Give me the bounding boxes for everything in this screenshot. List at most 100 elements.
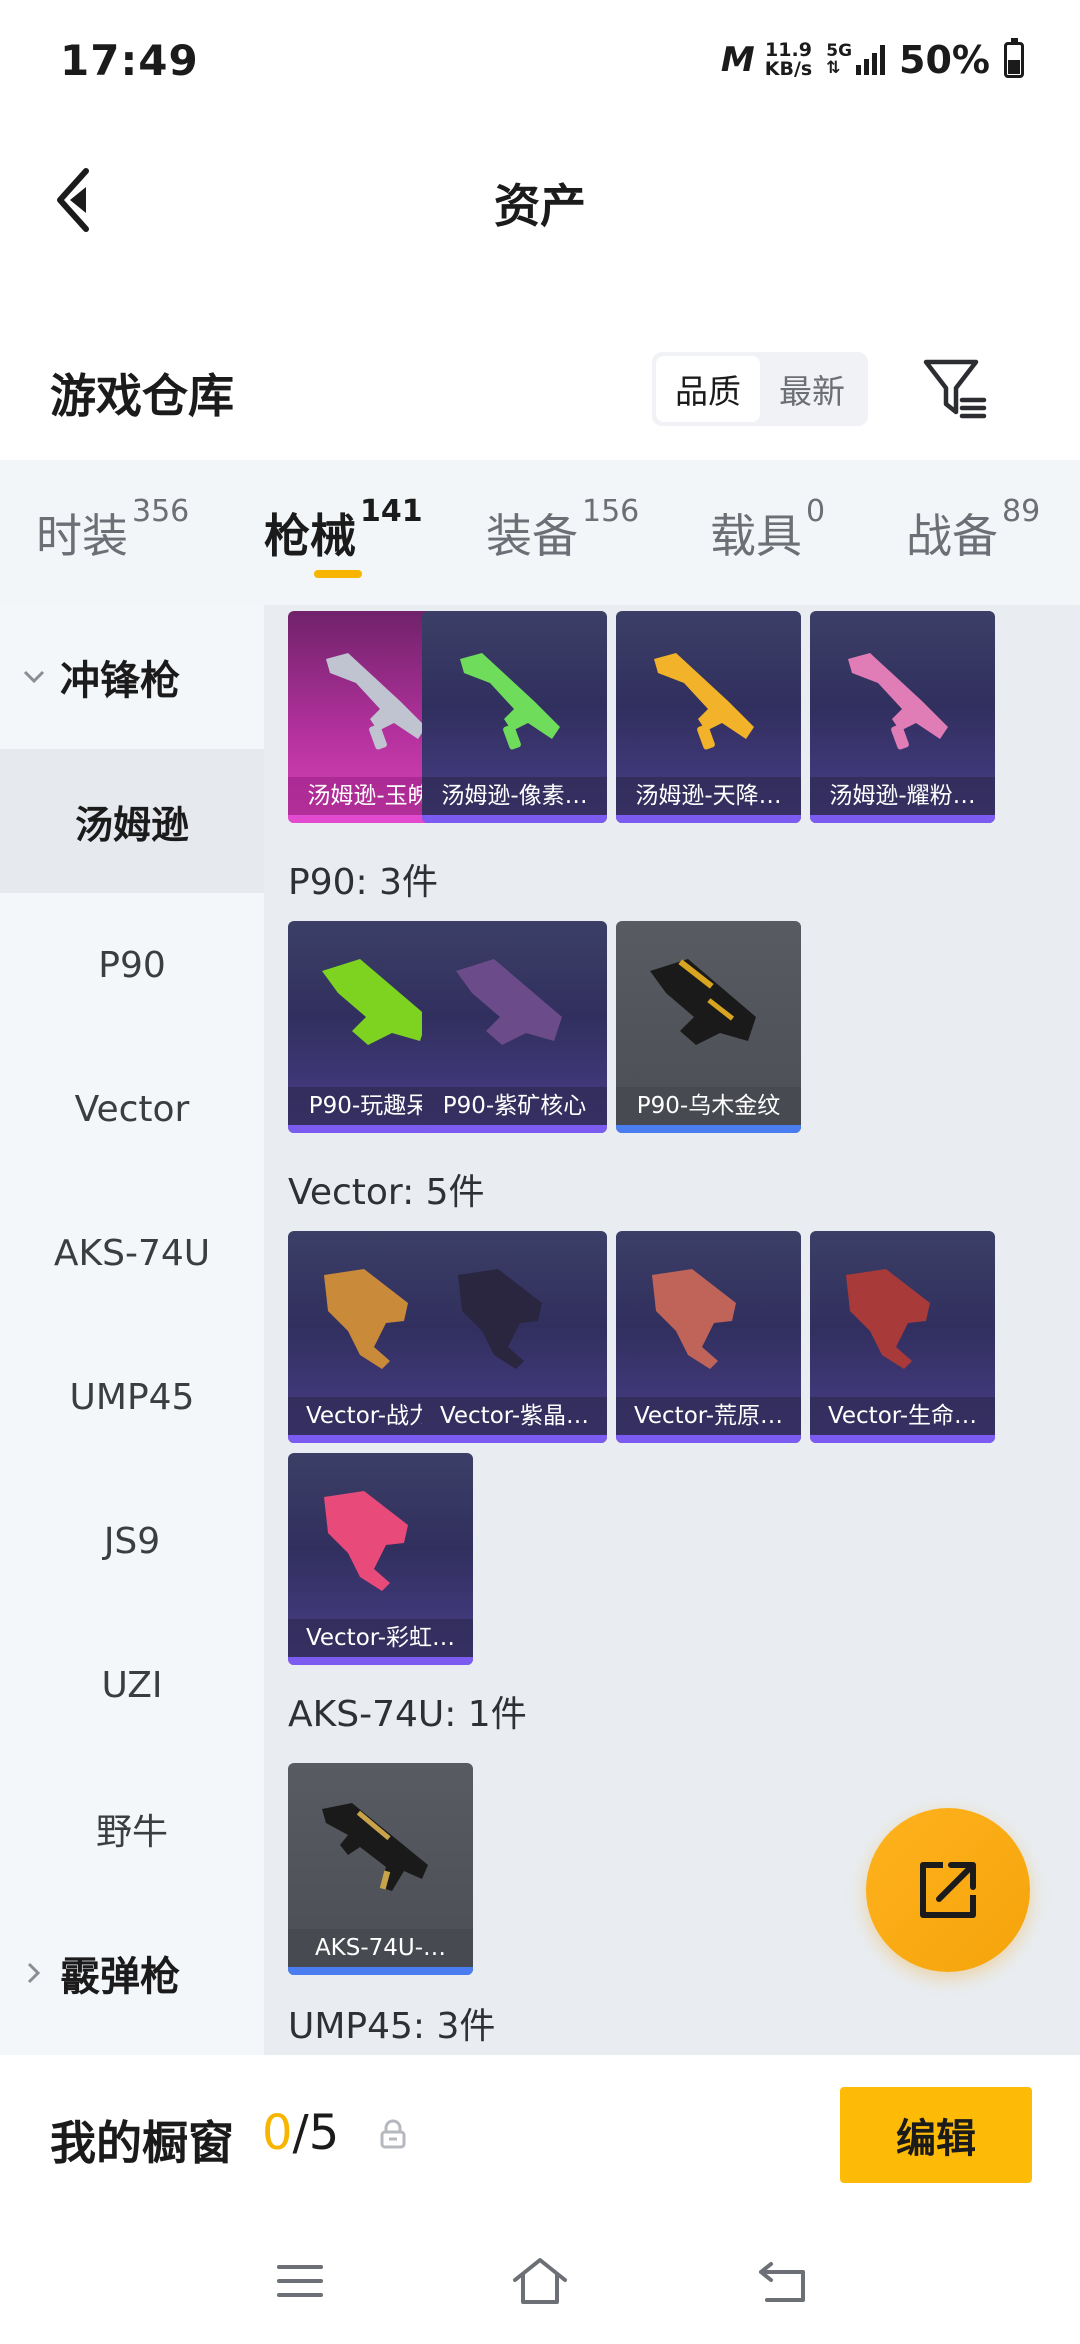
system-back-button[interactable] (752, 2251, 812, 2311)
sidebar-item-thompson[interactable]: 汤姆逊 (0, 749, 264, 893)
showcase-title: 我的橱窗 (50, 2116, 234, 2170)
rarity-bar (422, 815, 607, 823)
return-icon (759, 2262, 805, 2302)
signal-bars-icon (856, 45, 886, 75)
weapon-card[interactable]: 汤姆逊-天降… (616, 611, 801, 823)
showcase-count: 0/5 (262, 2105, 339, 2161)
sidebar-group-shotgun[interactable]: 霰弹枪 (0, 1901, 264, 2045)
warehouse-title: 游戏仓库 (50, 369, 234, 423)
tab-vehicles[interactable]: 载具 0 (710, 494, 825, 566)
gun-image-icon (456, 959, 562, 1045)
signal-type: 5G ⇅ (826, 41, 853, 78)
filter-icon (923, 359, 987, 419)
sidebar-item-js9[interactable]: JS9 (0, 1469, 264, 1613)
weapon-category-sidebar: 冲锋枪 汤姆逊 P90 Vector AKS-74U UMP45 JS9 UZI… (0, 605, 264, 2055)
showcase-count-current: 0 (262, 2105, 293, 2161)
rarity-bar (810, 1435, 995, 1443)
weapon-name: Vector-生命… (810, 1397, 995, 1435)
share-button[interactable] (866, 1808, 1030, 1972)
gun-image-icon (654, 653, 754, 750)
warehouse-header: 游戏仓库 品质 最新 (0, 340, 1080, 460)
tab-count: 89 (1002, 494, 1041, 529)
share-export-icon (920, 1862, 976, 1918)
system-nav-bar (0, 2215, 1080, 2344)
active-tab-indicator (314, 570, 362, 578)
page-title: 资产 (494, 179, 586, 233)
app-header: 资产 (0, 140, 1080, 260)
status-indicators: M 11.9 KB/s 5G ⇅ 50% (721, 38, 1024, 82)
weapon-name: 汤姆逊-耀粉… (810, 777, 995, 815)
sidebar-item-vector[interactable]: Vector (0, 1037, 264, 1181)
gun-image-icon (846, 1269, 930, 1369)
gun-image-icon (322, 1803, 428, 1891)
lock-icon (380, 2119, 406, 2149)
menu-button[interactable] (270, 2251, 330, 2311)
status-time: 17:49 (60, 36, 199, 85)
weapon-card[interactable]: Vector-彩虹… (288, 1453, 473, 1665)
rarity-bar (616, 815, 801, 823)
signal-indicator: 5G ⇅ (826, 41, 886, 78)
showcase-count-total: /5 (292, 2105, 340, 2161)
filter-button[interactable] (920, 354, 990, 424)
rarity-bar (616, 1435, 801, 1443)
weapon-card[interactable]: Vector-生命… (810, 1231, 995, 1443)
rarity-bar (810, 815, 995, 823)
weapon-name: Vector-荒原… (616, 1397, 801, 1435)
category-tabs: 时装 356 枪械 141 装备 156 载具 0 战备 89 (0, 460, 1080, 605)
tab-equipment[interactable]: 装备 156 (486, 494, 639, 566)
weapon-card[interactable]: 汤姆逊-耀粉… (810, 611, 995, 823)
sidebar-item-aks74u[interactable]: AKS-74U (0, 1181, 264, 1325)
rarity-bar (422, 1435, 607, 1443)
weapon-name: Vector-紫晶… (422, 1397, 607, 1435)
weapon-name: P90-紫矿核心 (422, 1087, 607, 1125)
rarity-bar (288, 1657, 473, 1665)
sort-latest-button[interactable]: 最新 (760, 356, 864, 422)
section-title-vector: Vector: 5件 (288, 1172, 485, 1213)
battery-icon (1004, 38, 1024, 78)
sidebar-item-ump45[interactable]: UMP45 (0, 1325, 264, 1469)
sort-toggle: 品质 最新 (652, 352, 868, 426)
edit-button[interactable]: 编辑 (840, 2087, 1032, 2183)
showcase-bar: 我的橱窗 0/5 编辑 (0, 2055, 1080, 2215)
weapon-card[interactable]: Vector-荒原… (616, 1231, 801, 1443)
weapon-card[interactable]: 汤姆逊-像素… (422, 611, 607, 823)
home-icon (513, 2258, 567, 2304)
weapon-name: 汤姆逊-像素… (422, 777, 607, 815)
tab-supplies[interactable]: 战备 89 (906, 494, 1040, 566)
tab-fashion[interactable]: 时装 356 (36, 494, 189, 566)
status-bar: 17:49 M 11.9 KB/s 5G ⇅ 50% (0, 0, 1080, 120)
weapon-name: P90-乌木金纹 (616, 1087, 801, 1125)
home-button[interactable] (510, 2251, 570, 2311)
gun-image-icon (848, 653, 948, 750)
rarity-bar (288, 1967, 473, 1975)
sidebar-item-bizon[interactable]: 野牛 (0, 1757, 264, 1901)
weapon-name: Vector-彩虹… (288, 1619, 473, 1657)
sort-quality-button[interactable]: 品质 (656, 356, 760, 422)
weapon-card[interactable]: P90-乌木金纹 (616, 921, 801, 1133)
tab-count: 0 (806, 494, 826, 529)
gun-image-icon (460, 653, 560, 750)
weapon-card[interactable]: AKS-74U-… (288, 1763, 473, 1975)
sidebar-item-uzi[interactable]: UZI (0, 1613, 264, 1757)
section-title-ump45: UMP45: 3件 (288, 2006, 496, 2047)
sidebar-group-smg[interactable]: 冲锋枪 (0, 605, 264, 749)
sidebar-item-p90[interactable]: P90 (0, 893, 264, 1037)
menu-icon (277, 2265, 323, 2297)
gun-image-icon (458, 1269, 542, 1369)
rarity-bar (422, 1125, 607, 1133)
speed-unit: KB/s (764, 58, 813, 80)
gun-image-icon (324, 1491, 408, 1591)
tab-count: 141 (360, 494, 423, 529)
weapon-card[interactable]: Vector-紫晶… (422, 1231, 607, 1443)
tab-count: 156 (582, 494, 640, 529)
weapon-card[interactable]: P90-紫矿核心 (422, 921, 607, 1133)
chevron-down-icon (20, 663, 48, 691)
network-logo-icon: M (720, 40, 755, 80)
section-title-p90: P90: 3件 (288, 862, 438, 903)
weapon-name: 汤姆逊-天降… (616, 777, 801, 815)
rarity-bar (616, 1125, 801, 1133)
chevron-right-icon (20, 1959, 48, 1987)
tab-firearms[interactable]: 枪械 141 (264, 494, 423, 566)
gun-image-icon (652, 1269, 736, 1369)
network-speed: 11.9 KB/s (765, 41, 812, 79)
